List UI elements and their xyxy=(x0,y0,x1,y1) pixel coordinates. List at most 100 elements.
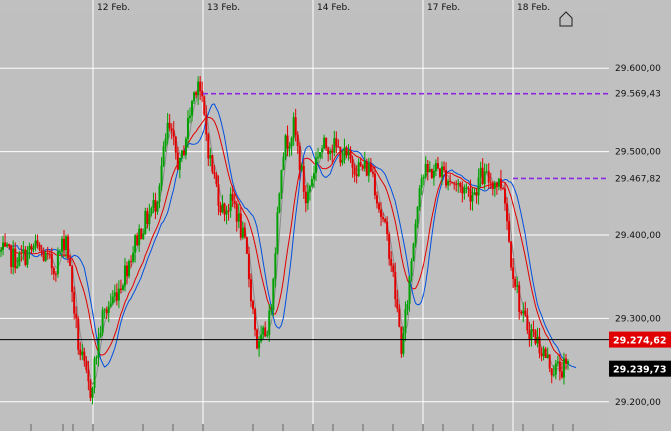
candle-body xyxy=(288,146,291,149)
candle-body xyxy=(477,177,480,196)
candle-body xyxy=(115,292,118,301)
candle-body xyxy=(542,348,545,357)
candle-body xyxy=(282,156,285,170)
candle-body xyxy=(443,166,446,171)
candle-body xyxy=(247,253,250,280)
candle-body xyxy=(306,191,309,204)
candle-body xyxy=(12,248,15,268)
candle-body xyxy=(516,285,519,287)
candle-body xyxy=(119,288,122,290)
candle-body xyxy=(105,309,108,313)
candle-body xyxy=(408,276,411,305)
candle-body xyxy=(382,217,385,220)
candle-body xyxy=(231,193,234,201)
candle-body xyxy=(87,369,90,382)
candle-body xyxy=(518,285,521,312)
candle-body xyxy=(495,182,498,187)
candle-body xyxy=(36,240,39,245)
date-label: 14 Feb. xyxy=(317,3,350,13)
candle-body xyxy=(355,174,358,177)
candle-body xyxy=(8,244,11,246)
candle-body xyxy=(217,184,220,206)
price-tick: 29.500,00 xyxy=(615,148,661,158)
candle-body xyxy=(146,210,149,224)
candle-body xyxy=(485,171,488,173)
candle-body xyxy=(117,288,120,301)
candle-body xyxy=(111,296,114,304)
candle-body xyxy=(339,146,342,163)
candle-body xyxy=(473,192,476,195)
candle-body xyxy=(260,334,263,342)
level-label: 29.569,43 xyxy=(615,90,661,100)
last-price-label: 29.239,73 xyxy=(613,365,667,376)
candle-body xyxy=(126,265,128,277)
date-label: 13 Feb. xyxy=(207,3,240,13)
candle-body xyxy=(491,182,494,189)
candle-body xyxy=(215,174,218,185)
candle-body xyxy=(308,185,311,192)
candle-body xyxy=(93,358,96,388)
candle-body xyxy=(69,258,72,267)
date-label: 17 Feb. xyxy=(427,3,460,13)
candle-body xyxy=(564,358,567,364)
candle-body xyxy=(398,308,401,327)
candle-body xyxy=(56,251,59,275)
candle-body xyxy=(201,90,204,97)
candle-body xyxy=(323,137,326,149)
candle-body xyxy=(453,183,456,185)
candle-body xyxy=(276,212,279,254)
candle-body xyxy=(558,361,561,372)
candle-body xyxy=(81,351,84,356)
candle-body xyxy=(296,134,299,147)
candle-body xyxy=(140,228,143,240)
candle-body xyxy=(528,330,531,339)
stock-chart: 12 Feb. 13 Feb. 14 Feb. 17 Feb. 18 Feb. 29.60… xyxy=(0,0,671,431)
candle-body xyxy=(6,244,9,247)
candle-body xyxy=(351,159,354,168)
candle-body xyxy=(221,203,224,213)
candle-body xyxy=(390,258,393,266)
candle-body xyxy=(414,223,417,244)
candle-body xyxy=(422,176,425,179)
candle-body xyxy=(213,171,216,175)
candle-body xyxy=(504,188,506,204)
candle-body xyxy=(239,213,242,238)
candle-body xyxy=(461,186,464,194)
candle-body xyxy=(304,191,307,204)
date-label: 18 Feb. xyxy=(517,3,550,13)
candle-body xyxy=(396,299,399,309)
candle-body xyxy=(154,200,157,212)
candle-body xyxy=(292,117,295,139)
candle-body xyxy=(487,171,490,183)
candle-body xyxy=(58,251,61,253)
candle-body xyxy=(520,311,523,314)
candle-body xyxy=(209,155,212,159)
candle-body xyxy=(278,193,281,213)
candle-body xyxy=(540,353,543,357)
candle-body xyxy=(567,361,569,364)
candle-body xyxy=(67,236,70,259)
candle-body xyxy=(424,164,427,177)
candle-body xyxy=(73,292,76,314)
candle-body xyxy=(367,163,370,176)
candle-body xyxy=(89,381,92,398)
candle-body xyxy=(50,254,53,269)
candle-body xyxy=(40,250,43,253)
candle-body xyxy=(191,101,194,116)
candle-body xyxy=(493,182,496,189)
candle-body xyxy=(512,267,515,279)
candle-body xyxy=(103,309,106,311)
candle-body xyxy=(300,165,303,171)
candle-body xyxy=(152,200,155,209)
candle-body xyxy=(138,228,141,246)
candle-body xyxy=(335,138,338,147)
candle-body xyxy=(10,245,13,268)
candle-body xyxy=(388,233,391,259)
candle-body xyxy=(447,180,450,186)
candle-body xyxy=(347,151,350,156)
price-tick: 29.300,00 xyxy=(615,314,661,324)
candle-body xyxy=(174,136,177,153)
candle-body xyxy=(526,315,529,331)
date-label: 12 Feb. xyxy=(97,3,130,13)
candle-body xyxy=(270,310,273,312)
